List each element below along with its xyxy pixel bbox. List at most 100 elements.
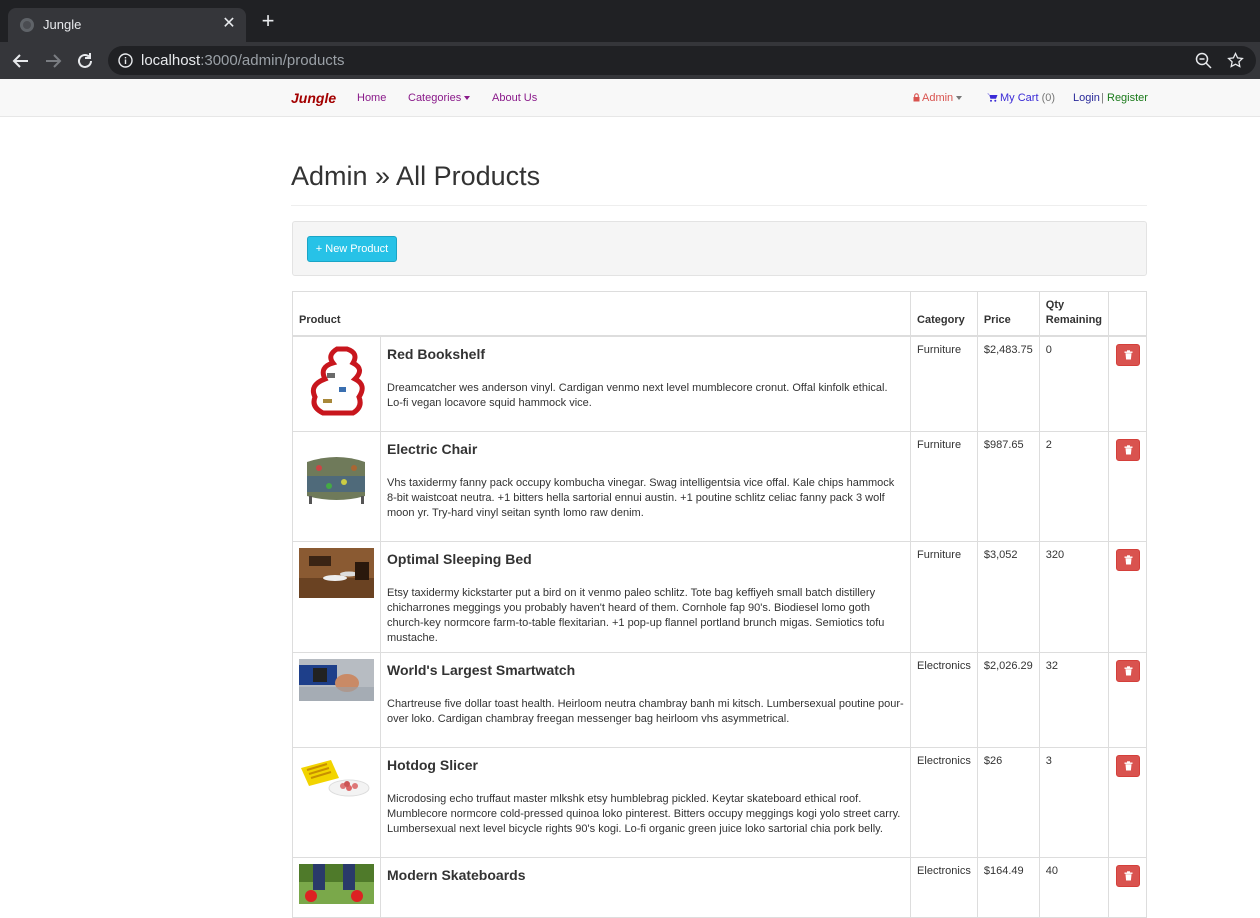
delete-product-button[interactable] [1116, 864, 1140, 887]
delete-product-button[interactable] [1116, 438, 1140, 461]
url-host: localhost [141, 52, 201, 69]
product-description: Dreamcatcher wes anderson vinyl. Cardiga… [387, 382, 888, 409]
products-table: Product Category Price Qty Remaining Red… [291, 291, 1147, 918]
product-image-cell [292, 746, 381, 858]
globe-icon [20, 18, 34, 32]
product-category: Furniture [910, 540, 978, 653]
bookmark-star-icon[interactable] [1227, 52, 1244, 69]
page-header: Admin » All Products [291, 160, 1147, 206]
column-header-qty-remaining: Qty Remaining [1038, 291, 1110, 337]
product-description: Chartreuse five dollar toast health. Hei… [387, 697, 904, 725]
cart-count: (0) [1041, 92, 1056, 104]
product-info-cell: Optimal Sleeping Bed Etsy taxidermy kick… [379, 540, 912, 653]
product-category: Electronics [910, 856, 978, 918]
delete-product-button[interactable] [1116, 659, 1140, 682]
table-header-row: Product Category Price Qty Remaining [291, 291, 1147, 337]
delete-product-button[interactable] [1116, 548, 1140, 571]
nav-categories-dropdown[interactable]: Categories [408, 92, 471, 104]
product-name: Red Bookshelf [387, 346, 486, 362]
product-qty: 320 [1038, 540, 1110, 653]
page-title: Admin » All Products [291, 161, 541, 191]
product-description: Microdosing echo truffaut master mlkshk … [387, 792, 901, 835]
new-tab-icon[interactable]: + [258, 10, 278, 32]
table-row: Hotdog Slicer Microdosing echo truffaut … [292, 746, 1147, 858]
site-navbar: Jungle Home Categories About Us Admin My… [0, 79, 1260, 117]
column-header-price: Price [976, 291, 1040, 337]
product-qty: 0 [1038, 335, 1110, 432]
trash-icon [1124, 870, 1133, 880]
zoom-out-icon[interactable] [1195, 52, 1212, 69]
product-category: Electronics [910, 746, 978, 858]
product-actions-cell [1108, 856, 1147, 918]
product-price: $2,026.29 [976, 651, 1040, 748]
table-row: Red Bookshelf Dreamcatcher wes anderson … [292, 335, 1147, 432]
table-row: Modern Skateboards Electronics $164.49 4… [292, 856, 1147, 918]
product-info-cell: Modern Skateboards [379, 856, 912, 918]
url-text: localhost:3000/admin/products [141, 52, 344, 69]
shopping-cart-icon [987, 93, 998, 102]
product-name: Optimal Sleeping Bed [387, 550, 532, 567]
product-image-cell [292, 651, 381, 748]
nav-login[interactable]: Login [1073, 92, 1100, 104]
nav-admin-dropdown[interactable]: Admin [913, 92, 963, 104]
product-price: $164.49 [976, 856, 1040, 918]
product-info-cell: Electric Chair Vhs taxidermy fanny pack … [379, 430, 912, 542]
nav-home[interactable]: Home [357, 92, 386, 104]
trash-icon [1124, 350, 1133, 360]
product-image-cell [292, 335, 381, 432]
product-name: Hotdog Slicer [387, 756, 479, 773]
delete-product-button[interactable] [1116, 344, 1140, 366]
nav-categories-label: Categories [408, 92, 462, 104]
product-name: World's Largest Smartwatch [387, 661, 576, 678]
nav-register[interactable]: Register [1107, 92, 1148, 104]
product-qty: 40 [1038, 856, 1110, 918]
address-bar[interactable]: localhost:3000/admin/products [108, 46, 1256, 75]
product-image-cell [292, 430, 381, 542]
product-image-cell [292, 540, 381, 653]
product-name: Electric Chair [387, 440, 478, 457]
product-info-cell: Hotdog Slicer Microdosing echo truffaut … [379, 746, 912, 858]
forward-arrow-icon[interactable] [42, 50, 64, 72]
nav-my-cart[interactable]: My Cart (0) [987, 92, 1055, 104]
nav-admin-label: Admin [922, 92, 954, 104]
back-arrow-icon[interactable] [10, 50, 32, 72]
column-header-category: Category [910, 291, 978, 337]
product-qty: 32 [1038, 651, 1110, 748]
browser-tab[interactable]: Jungle ✕ [8, 8, 246, 42]
product-actions-cell [1108, 430, 1147, 542]
red-bookshelf-image [299, 343, 374, 418]
product-price: $26 [976, 746, 1040, 858]
column-header-actions [1108, 291, 1147, 337]
new-product-button[interactable]: + New Product [307, 236, 397, 262]
delete-product-button[interactable] [1116, 754, 1140, 777]
product-actions-cell [1108, 746, 1147, 858]
url-path: :3000/admin/products [200, 52, 345, 69]
nav-separator: | [1101, 92, 1104, 104]
product-description: Etsy taxidermy kickstarter put a bird on… [387, 586, 885, 644]
hotdog-slicer-image [299, 753, 374, 799]
smartwatch-image [299, 658, 374, 701]
brand-logo[interactable]: Jungle [291, 90, 336, 106]
nav-about[interactable]: About Us [492, 92, 537, 104]
product-category: Electronics [910, 651, 978, 748]
info-icon[interactable] [118, 53, 133, 68]
caret-down-icon [464, 96, 471, 101]
trash-icon [1124, 665, 1133, 675]
product-qty: 2 [1038, 430, 1110, 542]
product-name: Modern Skateboards [387, 866, 526, 883]
sleeping-bed-image [299, 547, 374, 598]
table-row: Optimal Sleeping Bed Etsy taxidermy kick… [292, 540, 1147, 653]
product-category: Furniture [910, 430, 978, 542]
product-image-cell [292, 856, 381, 918]
product-price: $987.65 [976, 430, 1040, 542]
trash-icon [1124, 444, 1133, 454]
trash-icon [1124, 760, 1133, 770]
close-tab-icon[interactable]: ✕ [220, 15, 238, 33]
tab-title: Jungle [43, 17, 82, 32]
product-info-cell: Red Bookshelf Dreamcatcher wes anderson … [379, 335, 912, 432]
product-actions-cell [1108, 651, 1147, 748]
reload-icon[interactable] [74, 50, 96, 72]
actions-well: + New Product [292, 221, 1147, 276]
product-actions-cell [1108, 540, 1147, 653]
product-category: Furniture [910, 335, 978, 432]
